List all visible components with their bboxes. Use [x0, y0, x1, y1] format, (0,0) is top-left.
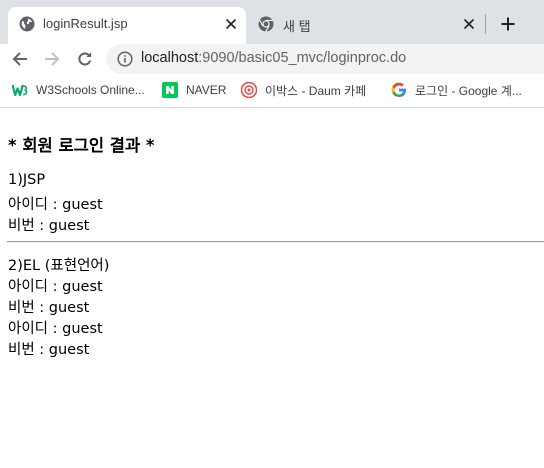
- url-text[interactable]: localhost:9090/basic05_mvc/loginproc.do: [141, 50, 406, 66]
- browser-toolbar: localhost:9090/basic05_mvc/loginproc.do: [0, 44, 544, 74]
- tab-login-result[interactable]: loginResult.jsp: [8, 7, 246, 44]
- bookmark-label: 이박스 - Daum 카페: [265, 83, 367, 98]
- google-icon: [391, 82, 407, 98]
- url-path: :9090/basic05_mvc/loginproc.do: [198, 50, 407, 66]
- tab-title: 새 탭: [283, 19, 311, 34]
- reload-button[interactable]: [72, 46, 98, 72]
- new-tab-button[interactable]: [496, 12, 520, 36]
- reload-icon: [78, 52, 92, 66]
- address-bar[interactable]: localhost:9090/basic05_mvc/loginproc.do: [106, 44, 544, 74]
- page-content: * 회원 로그인 결과 * 1)JSP 아이디 : guest 비번 : gue…: [0, 109, 544, 468]
- tab-separator: [485, 14, 486, 34]
- info-icon[interactable]: [117, 51, 133, 67]
- chrome-icon: [258, 16, 274, 32]
- close-tab-icon[interactable]: [460, 15, 478, 33]
- jsp-password-value: 비번 : guest: [8, 218, 90, 234]
- bookmark-daum-cafe[interactable]: 이박스 - Daum 카페: [241, 81, 366, 99]
- back-button[interactable]: [7, 46, 33, 72]
- arrow-right-icon: [45, 52, 60, 66]
- bookmark-naver[interactable]: NAVER: [162, 81, 226, 99]
- bookmarks-bar: W3Schools Online... NAVER 이박스 - Daum 카페 …: [0, 74, 544, 108]
- el-password-value: 비번 : guest: [8, 342, 90, 358]
- tab-strip: loginResult.jsp 새 탭: [0, 0, 544, 44]
- plus-icon: [501, 17, 515, 31]
- page-title: * 회원 로그인 결과 *: [8, 136, 155, 155]
- url-host: localhost: [141, 50, 199, 66]
- section-jsp-title: 1)JSP: [8, 172, 46, 188]
- close-tab-icon[interactable]: [222, 15, 240, 33]
- tab-title: loginResult.jsp: [43, 16, 128, 31]
- jsp-id-value: 아이디 : guest: [8, 197, 103, 213]
- section-el-title: 2)EL (표현언어): [8, 258, 110, 274]
- w3schools-icon: [12, 82, 28, 98]
- bookmark-label: W3Schools Online...: [36, 83, 145, 97]
- el-id-value: 아이디 : guest: [8, 279, 103, 295]
- daum-cafe-icon: [241, 82, 257, 98]
- bookmark-label: 로그인 - Google 계...: [415, 83, 522, 98]
- forward-button[interactable]: [39, 46, 65, 72]
- bookmark-label: NAVER: [186, 83, 227, 97]
- bookmark-w3schools[interactable]: W3Schools Online...: [12, 81, 145, 99]
- arrow-left-icon: [12, 52, 27, 66]
- el-id-value: 아이디 : guest: [8, 321, 103, 337]
- horizontal-divider: [7, 241, 544, 243]
- bookmark-google-login[interactable]: 로그인 - Google 계...: [391, 81, 522, 99]
- tab-new-tab[interactable]: 새 탭: [246, 7, 486, 44]
- globe-icon: [19, 16, 35, 32]
- el-password-value: 비번 : guest: [8, 300, 90, 316]
- naver-icon: [162, 82, 178, 98]
